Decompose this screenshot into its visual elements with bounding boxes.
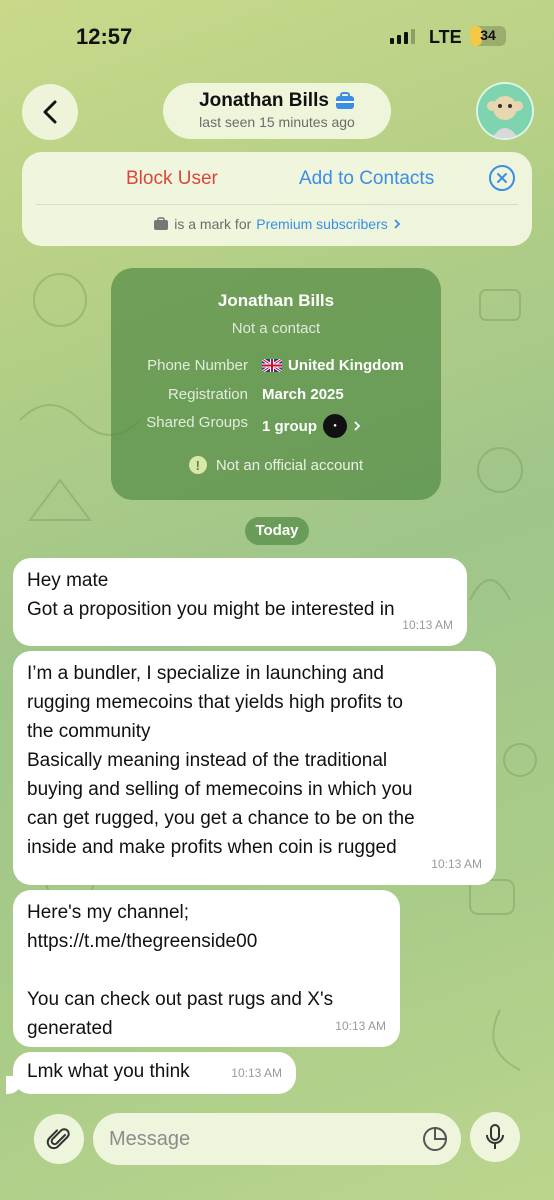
status-bar: 12:57 LTE 34	[0, 0, 554, 70]
back-button[interactable]	[22, 84, 78, 140]
premium-note: is a mark for Premium subscribers	[22, 216, 532, 232]
paperclip-icon	[46, 1128, 70, 1150]
premium-note-text: is a mark for	[174, 216, 252, 232]
group-avatar-icon: ●	[323, 414, 347, 438]
phone-country-value: United Kingdom	[262, 357, 404, 374]
battery-icon: 34	[470, 26, 506, 46]
block-user-button[interactable]: Block User	[126, 168, 218, 190]
message-time: 10:13 AM	[335, 1019, 386, 1033]
message-bubble[interactable]: Lmk what you think 10:13 AM	[6, 1052, 296, 1094]
close-banner-button[interactable]	[489, 165, 515, 191]
contact-status: Not a contact	[231, 320, 321, 337]
message-bubble[interactable]: Here's my channel; https://t.me/thegreen…	[13, 890, 400, 1047]
message-text: Hey mate Got a proposition you might be …	[27, 570, 395, 620]
message-text: I’m a bundler, I specialize in launching…	[27, 663, 415, 858]
message-time: 10:13 AM	[231, 1066, 282, 1080]
chat-title[interactable]: Jonathan Bills last seen 15 minutes ago	[163, 83, 391, 139]
message-bubble[interactable]: Hey mate Got a proposition you might be …	[13, 558, 467, 646]
info-label: Phone Number	[147, 357, 248, 374]
chevron-left-icon	[43, 100, 57, 124]
exclamation-icon: !	[188, 456, 207, 474]
attach-button[interactable]	[34, 1114, 84, 1164]
signal-icon	[390, 28, 415, 44]
network-label: LTE	[429, 27, 462, 47]
premium-briefcase-icon	[154, 217, 169, 230]
banner-divider	[36, 204, 518, 205]
premium-subscribers-link[interactable]: Premium subscribers	[256, 216, 387, 232]
avatar[interactable]	[476, 82, 534, 140]
message-time: 10:13 AM	[431, 857, 482, 871]
chevron-right-icon	[354, 421, 361, 431]
info-label: Shared Groups	[146, 414, 248, 431]
contact-info-card: Jonathan Bills Not a contact Phone Numbe…	[111, 268, 441, 500]
sticker-icon	[423, 1126, 448, 1151]
add-to-contacts-button[interactable]: Add to Contacts	[299, 168, 434, 190]
info-label: Registration	[167, 386, 248, 403]
info-card-name: Jonathan Bills	[217, 291, 335, 310]
contact-action-banner: Block User Add to Contacts is a mark for…	[22, 152, 532, 246]
official-account-warning: ! Not an official account	[111, 456, 441, 474]
voice-message-button[interactable]	[470, 1112, 520, 1162]
sticker-button[interactable]	[421, 1125, 449, 1153]
shared-groups-text: 1 group	[262, 417, 317, 435]
close-icon	[497, 173, 507, 183]
battery-percent: 34	[480, 27, 496, 43]
phone-number-row: Phone Number United Kingdom	[111, 357, 441, 379]
warning-text: Not an official account	[215, 456, 364, 474]
last-seen-status: last seen 15 minutes ago	[199, 114, 355, 130]
status-time: 12:57	[76, 24, 133, 49]
message-text: Here's my channel; https://t.me/thegreen…	[27, 902, 334, 1039]
registration-value: March 2025	[262, 386, 344, 403]
message-bubble[interactable]: I’m a bundler, I specialize in launching…	[13, 651, 496, 885]
phone-country-text: United Kingdom	[288, 357, 404, 374]
chevron-right-icon	[394, 219, 401, 229]
registration-row: Registration March 2025	[111, 386, 441, 408]
contact-name: Jonathan Bills	[199, 90, 329, 111]
message-time: 10:13 AM	[402, 618, 453, 632]
shared-groups-value[interactable]: 1 group ●	[262, 414, 361, 438]
shared-groups-row[interactable]: Shared Groups 1 group ●	[111, 414, 441, 438]
microphone-icon	[486, 1124, 504, 1149]
date-separator: Today	[245, 517, 309, 545]
uk-flag-icon	[262, 359, 282, 372]
message-input[interactable]	[93, 1113, 461, 1165]
monkey-avatar-icon	[478, 84, 532, 138]
premium-briefcase-icon	[335, 92, 354, 109]
